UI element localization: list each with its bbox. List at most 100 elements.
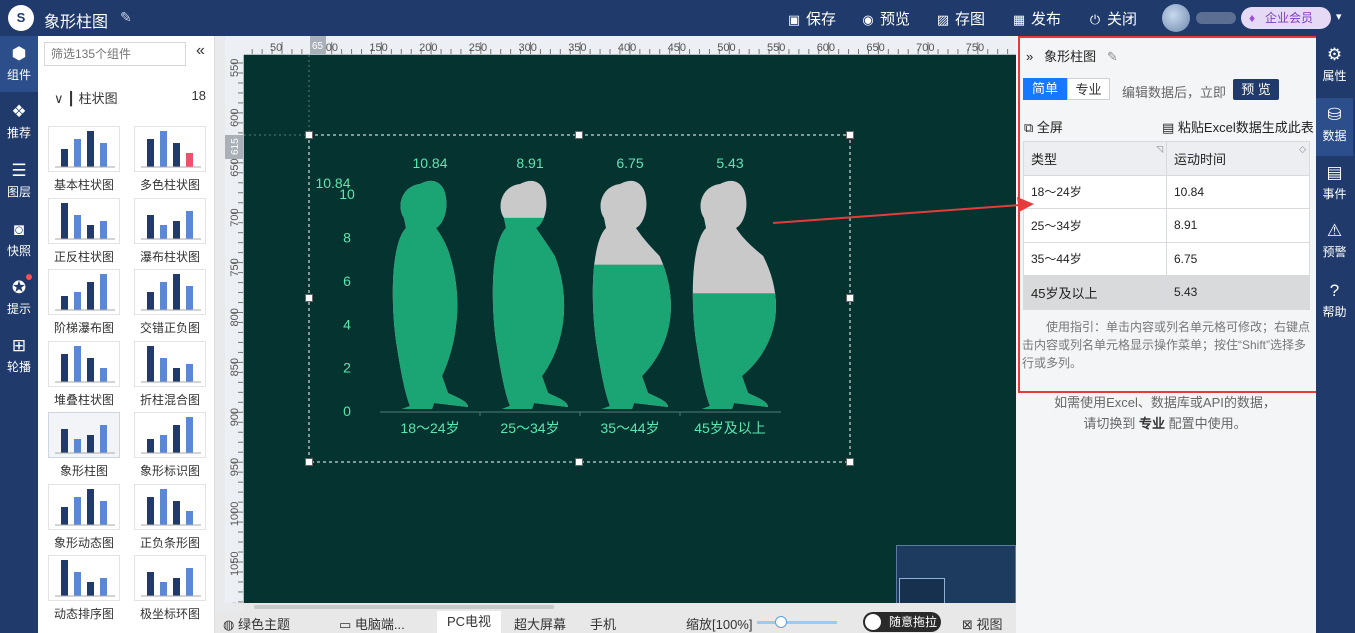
right-nav: ⚙ 属性 ⛁ 数据 ▤ 事件 ⚠ 预警 ? 帮助 — [1316, 36, 1355, 633]
nav-snapshot[interactable]: ◙ 快照 — [0, 212, 38, 268]
left-nav: ⬢ 组件 ❖ 推荐 ☰ 图层 ◙ 快照 ✪ 提示 ⊞ 轮播 — [0, 36, 38, 633]
view-button[interactable]: ⊠ 视图 — [962, 614, 1003, 633]
data-label: 6.75 — [616, 155, 643, 171]
component-item[interactable]: 折柱混合图 — [130, 340, 210, 411]
nav-layers[interactable]: ☰ 图层 — [0, 153, 38, 209]
edit-title-icon[interactable]: ✎ — [120, 9, 132, 26]
zoom-slider-knob[interactable] — [775, 616, 787, 628]
avatar[interactable] — [1162, 4, 1190, 32]
nav-components[interactable]: ⬢ 组件 — [0, 36, 38, 92]
design-canvas[interactable]: 0 2 4 6 8 10 10.84 10.84 18～24岁 8.91 25～34岁 6.75 35～… — [244, 55, 1016, 603]
component-item[interactable]: 交错正负图 — [130, 269, 210, 339]
component-item[interactable]: 正反柱状图 — [44, 197, 124, 268]
category-count: 18 — [191, 88, 206, 103]
vip-badge[interactable]: ♦ 企业会员 — [1241, 7, 1331, 29]
save-button[interactable]: ▣ 保存 — [787, 8, 836, 29]
ruler-top[interactable]: 50 100 150 200 250 300 350 400 450 500 550 600 650 70… — [244, 36, 1016, 55]
ruler-label: 250 — [469, 42, 487, 54]
power-icon: ⏻ — [1089, 12, 1101, 27]
component-item[interactable]: 正负条形图 — [130, 483, 210, 554]
nav-recommend[interactable]: ❖ 推荐 — [0, 94, 38, 150]
thumbnail-bar — [173, 367, 180, 382]
zoom-slider-track[interactable] — [757, 621, 837, 624]
component-label: 堆叠柱状图 — [53, 392, 114, 407]
bar-chart-icon: ┃ — [67, 91, 75, 106]
ruler-label: 1050 — [229, 552, 241, 576]
device-pc-tv[interactable]: PC电视 — [437, 611, 502, 633]
x-tick-label: 25～34岁 — [500, 420, 559, 436]
thumbnail-bar — [74, 496, 81, 525]
pictorial-bar — [492, 180, 568, 409]
rnav-properties[interactable]: ⚙ 属性 — [1316, 38, 1353, 96]
thumbnail-bar — [173, 143, 180, 167]
ruler-label: 900 — [229, 408, 241, 426]
rnav-alarm[interactable]: ⚠ 预警 — [1316, 214, 1353, 272]
thumbnail-bar — [61, 296, 68, 310]
component-item[interactable]: 多色柱状图 — [130, 126, 210, 196]
hint-icon: ✪ — [11, 278, 27, 297]
thumbnail-bar — [74, 439, 81, 453]
nav-carousel[interactable]: ⊞ 轮播 — [0, 328, 38, 384]
resize-handle — [305, 131, 313, 139]
preview-button[interactable]: ◉ 预览 — [861, 8, 910, 29]
thumbnail-bar — [160, 224, 167, 239]
zoom-label: 缩放[100%] — [686, 617, 753, 632]
export-image-button[interactable]: ▨ 存图 — [936, 8, 985, 29]
close-button[interactable]: ⏻ 关闭 — [1088, 8, 1137, 29]
ruler-label: 1100 — [229, 602, 241, 603]
component-item[interactable]: 象形柱图 — [44, 412, 124, 482]
minimap[interactable] — [896, 545, 1016, 611]
free-drag-toggle[interactable]: 随意拖拉 — [863, 612, 941, 632]
chevron-down-icon[interactable]: ▾ — [1336, 10, 1342, 23]
component-search-input[interactable] — [44, 42, 186, 66]
resize-handle — [846, 458, 854, 466]
eye-icon: ◉ — [862, 12, 874, 27]
ruler-left[interactable]: 550 600 650 700 750 800 850 900 950 1000 1050 1100 6… — [225, 55, 244, 603]
layers-icon: ☰ — [11, 161, 27, 180]
thumbnail-bar — [74, 139, 81, 167]
component-label: 象形动态图 — [53, 535, 114, 550]
pictorial-bar-chart[interactable]: 024681010.8410.8418～24岁8.9125～34岁6.7535～… — [244, 55, 1016, 603]
component-item[interactable]: 极坐标环图 — [130, 555, 210, 625]
device-pc-short[interactable]: ▭ 电脑端... — [339, 614, 405, 633]
device-big-screen[interactable]: 超大屏幕 — [514, 614, 566, 633]
x-tick-label: 45岁及以上 — [694, 420, 766, 436]
thumbnail-bar — [74, 214, 81, 239]
nav-hint[interactable]: ✪ 提示 — [0, 270, 38, 326]
device-mobile[interactable]: 手机 — [590, 614, 616, 633]
data-label: 5.43 — [716, 155, 743, 171]
category-header[interactable]: ∨ ┃ 柱状图 18 — [54, 88, 206, 107]
canvas-hscrollbar[interactable] — [244, 603, 1016, 611]
thumbnail-bar — [173, 500, 180, 525]
publish-button[interactable]: ▦ 发布 — [1012, 8, 1061, 29]
component-item[interactable]: 动态排序图 — [44, 555, 124, 625]
theme-selector[interactable]: ◍ 绿色主题 — [223, 614, 290, 633]
rnav-data[interactable]: ⛁ 数据 — [1316, 98, 1353, 156]
rnav-help[interactable]: ? 帮助 — [1316, 274, 1353, 332]
component-label: 交错正负图 — [139, 321, 200, 335]
component-item[interactable]: 象形动态图 — [44, 483, 124, 554]
ruler-label: 800 — [229, 308, 241, 326]
ruler-label: 600 — [229, 109, 241, 127]
collapse-panel-icon[interactable]: « — [196, 42, 205, 60]
ruler-label: 700 — [916, 42, 934, 54]
thumbnail-bar — [61, 149, 68, 167]
component-item[interactable]: 瀑布柱状图 — [130, 197, 210, 268]
data-label: 10.84 — [412, 155, 447, 171]
pictorial-bar — [692, 180, 777, 409]
rnav-events[interactable]: ▤ 事件 — [1316, 156, 1353, 214]
component-label: 瀑布柱状图 — [139, 249, 200, 264]
component-item[interactable]: 基本柱状图 — [44, 126, 124, 196]
component-label: 正反柱状图 — [53, 249, 114, 264]
component-item[interactable]: 象形标识图 — [130, 412, 210, 482]
thumbnail-bar — [61, 506, 68, 525]
ruler-label: 600 — [817, 42, 835, 54]
y-tick-label: 4 — [343, 316, 351, 332]
ruler-label: 500 — [717, 42, 735, 54]
component-item[interactable]: 阶梯瀑布图 — [44, 269, 124, 339]
scrollbar-thumb[interactable] — [254, 605, 554, 609]
component-item[interactable]: 堆叠柱状图 — [44, 340, 124, 411]
component-thumbnail — [134, 197, 206, 244]
thumbnail-bar — [186, 153, 193, 167]
chevron-down-icon: ∨ — [54, 91, 64, 106]
